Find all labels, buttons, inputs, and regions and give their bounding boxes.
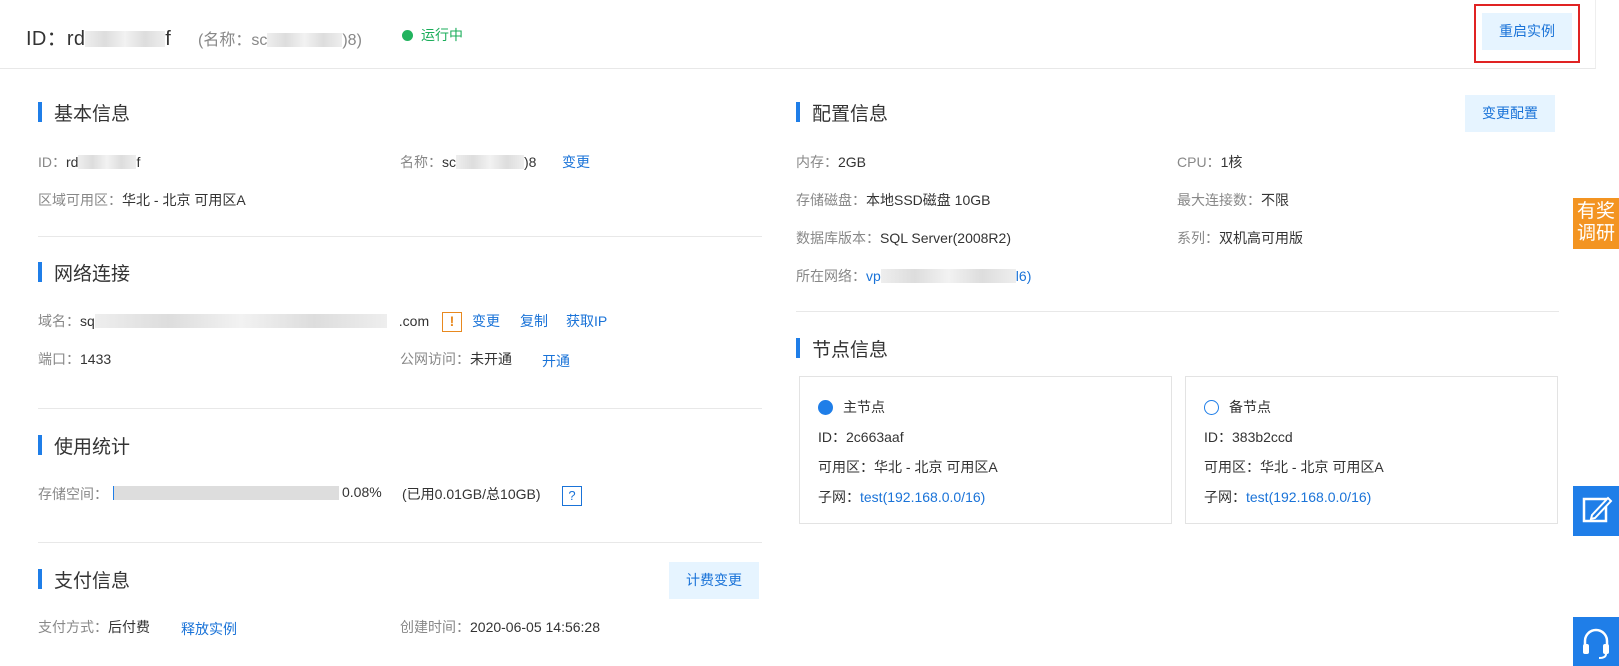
divider <box>38 236 762 237</box>
storage-percent: 0.08% <box>342 484 382 500</box>
change-domain-link[interactable]: 变更 <box>472 311 500 331</box>
feedback-edit-button[interactable] <box>1573 486 1619 536</box>
instance-id-title: ID：rd f <box>26 28 172 50</box>
config-cpu: CPU：1核 <box>1177 154 1243 170</box>
survey-button[interactable]: 有奖 调研 <box>1573 198 1619 249</box>
section-title-usage: 使用统计 <box>38 432 130 459</box>
standby-node-id: ID：383b2ccd <box>1204 429 1293 445</box>
config-memory: 内存：2GB <box>796 154 867 170</box>
redacted-mask <box>267 33 343 47</box>
payment-method: 支付方式：后付费 <box>38 619 150 635</box>
primary-node-zone: 可用区：华北 - 北京 可用区A <box>818 459 998 475</box>
release-instance-link[interactable]: 释放实例 <box>181 619 237 639</box>
divider <box>38 408 762 409</box>
redacted-mask <box>456 155 524 169</box>
storage-detail: (已用0.01GB/总10GB) <box>402 486 541 502</box>
instance-name-title: (名称：sc)8) <box>198 32 362 49</box>
primary-node-subnet: 子网：test(192.168.0.0/16) <box>818 489 986 505</box>
redacted-mask <box>94 314 387 328</box>
standby-node-zone: 可用区：华北 - 北京 可用区A <box>1204 459 1384 475</box>
storage-progress-fill <box>113 486 114 500</box>
help-icon[interactable]: ? <box>562 483 582 506</box>
storage-progress-bar <box>113 486 339 500</box>
basic-id: ID：rd f <box>38 154 141 170</box>
instance-header: ID：rd f (名称：sc)8) 运行中 <box>0 0 1596 69</box>
change-billing-button[interactable]: 计费变更 <box>669 562 759 599</box>
primary-node-id: ID：2c663aaf <box>818 429 904 445</box>
config-db-version: 数据库版本：SQL Server(2008R2) <box>796 230 1011 246</box>
primary-subnet-link[interactable]: test(192.168.0.0/16) <box>860 489 985 505</box>
edit-icon <box>1582 496 1613 523</box>
primary-node-card: 主节点 ID：2c663aaf 可用区：华北 - 北京 可用区A 子网：test… <box>799 376 1172 524</box>
filled-circle-icon <box>818 400 833 415</box>
section-title-nodes: 节点信息 <box>796 335 888 362</box>
open-public-access-link[interactable]: 开通 <box>542 351 570 371</box>
standby-node-title: 备节点 <box>1204 397 1271 417</box>
customer-support-button[interactable] <box>1573 617 1619 666</box>
headset-icon <box>1583 628 1609 659</box>
config-max-connections: 最大连接数：不限 <box>1177 192 1289 208</box>
basic-zone: 区域可用区：华北 - 北京 可用区A <box>38 192 246 208</box>
created-time: 创建时间：2020-06-05 14:56:28 <box>400 619 600 635</box>
get-ip-link[interactable]: 获取IP <box>566 311 607 331</box>
config-network: 所在网络：vp l6) <box>796 268 1032 284</box>
standby-node-card: 备节点 ID：383b2ccd 可用区：华北 - 北京 可用区A 子网：test… <box>1185 376 1558 524</box>
change-name-link[interactable]: 变更 <box>562 152 590 172</box>
basic-name: 名称：sc)8 <box>400 154 537 170</box>
storage-label: 存储空间： <box>38 486 108 502</box>
status-dot-icon <box>402 30 413 41</box>
config-series: 系列：双机高可用版 <box>1177 230 1303 246</box>
network-domain: 域名：sq .com <box>38 313 430 329</box>
section-title-payment: 支付信息 <box>38 566 130 593</box>
restart-instance-button[interactable]: 重启实例 <box>1482 13 1572 50</box>
redacted-mask <box>78 155 137 169</box>
redacted-mask <box>85 31 166 47</box>
section-title-network: 网络连接 <box>38 259 130 286</box>
change-config-button[interactable]: 变更配置 <box>1465 95 1555 132</box>
primary-node-title: 主节点 <box>818 397 885 417</box>
domain-warning-icon[interactable]: ! <box>442 309 462 332</box>
section-title-config: 配置信息 <box>796 99 888 126</box>
standby-subnet-link[interactable]: test(192.168.0.0/16) <box>1246 489 1371 505</box>
vpc-link[interactable]: vp l6) <box>866 268 1031 284</box>
network-public-access: 公网访问：未开通 <box>400 351 512 367</box>
standby-node-subnet: 子网：test(192.168.0.0/16) <box>1204 489 1372 505</box>
config-disk: 存储磁盘：本地SSD磁盘 10GB <box>796 192 991 208</box>
copy-domain-link[interactable]: 复制 <box>520 311 548 331</box>
redacted-mask <box>880 269 1016 283</box>
section-title-basic: 基本信息 <box>38 99 130 126</box>
divider <box>796 311 1559 312</box>
status-badge: 运行中 <box>402 25 463 45</box>
empty-circle-icon <box>1204 400 1219 415</box>
network-port: 端口：1433 <box>38 351 112 367</box>
divider <box>38 542 762 543</box>
